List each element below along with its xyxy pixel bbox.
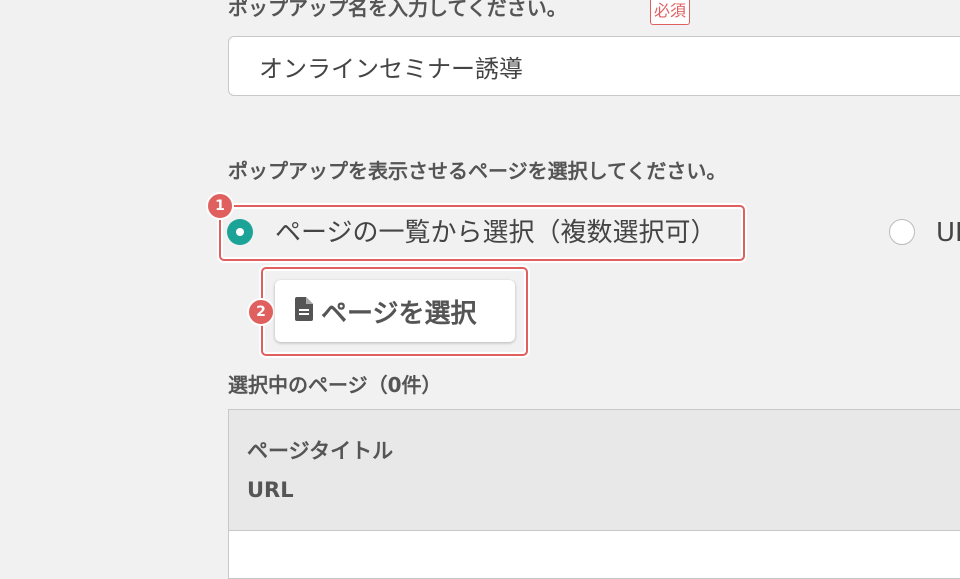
column-header-page-title: ページタイトル	[247, 439, 394, 463]
select-page-button[interactable]: ページを選択	[275, 280, 515, 342]
document-icon	[295, 297, 313, 325]
select-page-button-label: ページを選択	[321, 298, 477, 329]
radio-page-list[interactable]	[227, 219, 253, 245]
popup-name-input[interactable]	[228, 36, 960, 96]
page-select-label: ポップアップを表示させるページを選択してください。	[228, 159, 727, 183]
radio-selected-dot	[236, 228, 244, 236]
selected-pages-table: ページタイトル URL	[228, 409, 960, 579]
step-badge-2: 2	[247, 298, 275, 326]
radio-url[interactable]	[889, 219, 915, 245]
radio-url-label[interactable]: URL	[936, 216, 960, 250]
table-header: ページタイトル URL	[229, 410, 960, 531]
required-badge: 必須	[650, 0, 691, 25]
radio-page-list-label[interactable]: ページの一覧から選択（複数選択可）	[275, 216, 716, 250]
column-header-url: URL	[247, 478, 294, 502]
step-badge-1: 1	[206, 192, 234, 220]
popup-name-label: ポップアップ名を入力してください。	[228, 0, 567, 20]
selected-pages-label: 選択中のページ（0件）	[228, 373, 442, 397]
